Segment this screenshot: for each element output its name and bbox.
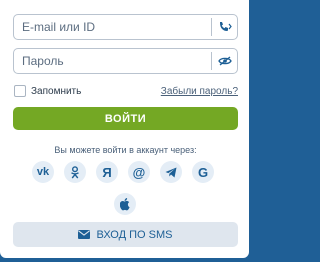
mail-at-icon: @	[132, 164, 146, 180]
apple-login-button[interactable]	[114, 193, 136, 215]
remember-row: Запомнить Забыли пароль?	[14, 85, 238, 99]
yandex-icon: Я	[102, 164, 112, 180]
forgot-password-link[interactable]: Забыли пароль?	[161, 85, 238, 98]
login-panel: Запомнить Забыли пароль? ВОЙТИ Вы можете…	[0, 0, 249, 258]
sms-login-label: ВХОД ПО SMS	[96, 228, 173, 241]
login-button-label: ВОЙТИ	[104, 112, 147, 125]
remember-label[interactable]: Запомнить	[31, 85, 81, 98]
odnoklassniki-login-button[interactable]	[64, 161, 86, 183]
mailru-login-button[interactable]: @	[128, 161, 150, 183]
vk-icon: vk	[36, 166, 50, 178]
background-edge	[249, 0, 251, 262]
login-button[interactable]: ВОЙТИ	[13, 107, 238, 130]
phone-icon	[219, 22, 232, 31]
phone-switch-button[interactable]	[212, 15, 237, 39]
email-input[interactable]	[14, 15, 209, 39]
telegram-icon	[165, 167, 177, 177]
email-field-container	[13, 14, 238, 40]
remember-checkbox[interactable]	[14, 85, 26, 97]
eye-hidden-icon	[217, 56, 232, 66]
google-login-button[interactable]: G	[192, 161, 214, 183]
telegram-login-button[interactable]	[160, 161, 182, 183]
odnoklassniki-icon	[71, 165, 79, 178]
google-icon: G	[197, 164, 209, 180]
sms-login-button[interactable]: ВХОД ПО SMS	[13, 222, 238, 247]
vk-login-button[interactable]: vk	[32, 161, 54, 183]
password-field-container	[13, 48, 238, 74]
toggle-password-visibility[interactable]	[212, 49, 237, 73]
social-login-caption: Вы можете войти в аккаунт через:	[54, 145, 197, 155]
yandex-login-button[interactable]: Я	[96, 161, 118, 183]
password-input[interactable]	[14, 49, 209, 73]
envelope-icon	[78, 230, 91, 239]
apple-icon	[119, 197, 130, 210]
